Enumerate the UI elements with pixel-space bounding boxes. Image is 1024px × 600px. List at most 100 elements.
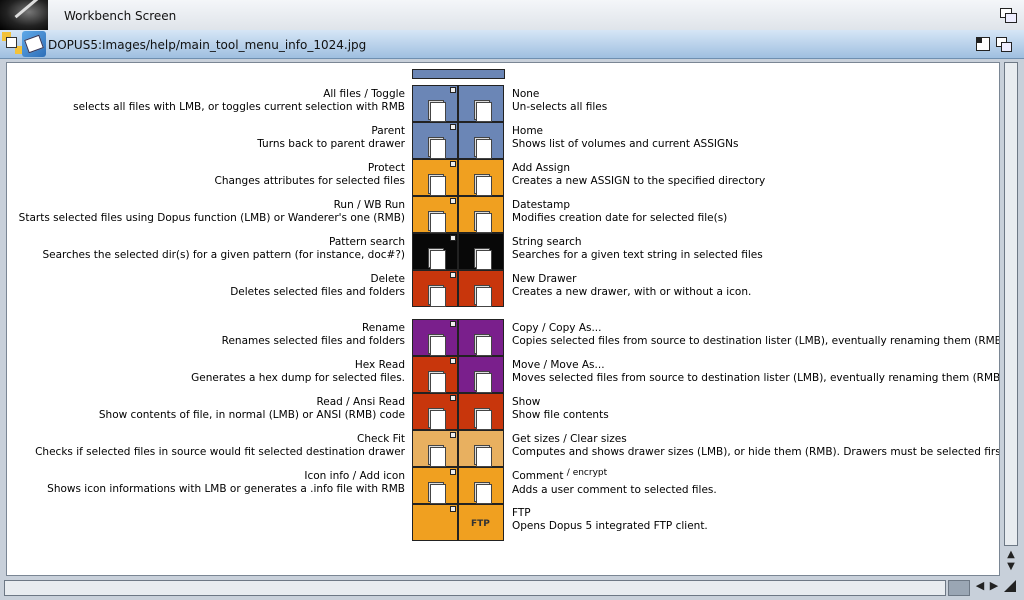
window-title: DOPUS5:Images/help/main_tool_menu_info_1… — [48, 38, 367, 52]
left-description-block: Check Fit Checks if selected files in sou… — [7, 433, 405, 458]
scroll-left-icon[interactable]: ◀ — [974, 580, 986, 592]
left-title: Read / Ansi Read — [316, 396, 405, 408]
toolbar-button-right[interactable] — [458, 430, 504, 467]
vertical-scroll-thumb[interactable] — [1004, 62, 1018, 546]
toolbar-button-left[interactable] — [412, 319, 458, 356]
help-row: Pattern search Searches the selected dir(… — [7, 233, 999, 270]
resize-icon[interactable] — [1004, 580, 1018, 594]
toolbar-button-left[interactable] — [412, 270, 458, 307]
delete-icon — [425, 279, 446, 307]
right-title: Copy / Copy As... — [512, 322, 997, 335]
popup-indicator-icon — [450, 124, 456, 130]
right-title: Show — [512, 396, 997, 409]
toolbar-button-left[interactable] — [412, 504, 458, 541]
right-title-text: Move / Move As... — [512, 359, 605, 371]
add-assign-icon — [471, 168, 492, 196]
left-description-block: Protect Changes attributes for selected f… — [7, 162, 405, 187]
right-description: Adds a user comment to selected files. — [512, 483, 717, 496]
toolbar-header-stripe — [412, 69, 505, 79]
toolbar-button-right[interactable] — [458, 196, 504, 233]
right-title-text: Get sizes / Clear sizes — [512, 433, 627, 445]
left-description: Show contents of file, in normal (LMB) o… — [98, 408, 405, 421]
left-description-block: Rename Renames selected files and folders — [7, 322, 405, 347]
right-description-block: Comment / encrypt Adds a user comment to … — [512, 468, 997, 496]
right-description: Modifies creation date for selected file… — [512, 211, 728, 224]
right-title: New Drawer — [512, 273, 997, 286]
right-title: Home — [512, 125, 997, 138]
image-viewer-window: DOPUS5:Images/help/main_tool_menu_info_1… — [0, 30, 1024, 600]
left-title: Pattern search — [329, 236, 405, 248]
window-depth-icon[interactable] — [996, 37, 1012, 52]
copy-icon — [471, 328, 492, 356]
help-row: Parent Turns back to parent drawer Home Sho… — [7, 122, 999, 159]
help-row: Read / Ansi Read Show contents of file, i… — [7, 393, 999, 430]
right-title-text: String search — [512, 236, 582, 248]
left-description: Generates a hex dump for selected files. — [191, 371, 405, 384]
right-title-text: Home — [512, 125, 544, 137]
home-icon — [471, 131, 492, 159]
right-description: Computes and shows drawer sizes (LMB), o… — [512, 445, 1000, 458]
run-icon — [425, 205, 446, 233]
horizontal-scrollbar[interactable] — [4, 578, 972, 596]
window-title-bar[interactable]: DOPUS5:Images/help/main_tool_menu_info_1… — [0, 30, 1024, 59]
read-icon — [425, 402, 446, 430]
popup-indicator-icon — [450, 272, 456, 278]
show-icon — [471, 402, 492, 430]
horizontal-scroll-thumb[interactable] — [948, 580, 970, 596]
toolbar-button-left[interactable] — [412, 233, 458, 270]
left-description-block: Run / WB Run Starts selected files using … — [7, 199, 405, 224]
right-title: String search — [512, 236, 997, 249]
popup-indicator-icon — [450, 358, 456, 364]
right-title: None — [512, 88, 997, 101]
popup-indicator-icon — [450, 395, 456, 401]
toolbar-button-right[interactable] — [458, 356, 504, 393]
check-fit-icon — [425, 439, 446, 467]
right-description-block: Get sizes / Clear sizes Computes and show… — [512, 433, 1000, 458]
popup-indicator-icon — [450, 469, 456, 475]
left-title: All files / Toggle — [323, 88, 405, 100]
workbench-logo-icon[interactable] — [0, 0, 48, 30]
toolbar-button-right[interactable] — [458, 159, 504, 196]
toolbar-button-left[interactable] — [412, 159, 458, 196]
right-description: Moves selected files from source to dest… — [512, 371, 1000, 384]
toolbar-button-right[interactable] — [458, 233, 504, 270]
left-title: Icon info / Add icon — [304, 470, 405, 482]
left-description: Turns back to parent drawer — [257, 137, 405, 150]
toolbar-button-right[interactable] — [458, 270, 504, 307]
toolbar-button-left[interactable] — [412, 356, 458, 393]
right-title-text: Datestamp — [512, 199, 571, 211]
toolbar-button-right[interactable] — [458, 393, 504, 430]
left-title: Protect — [367, 162, 405, 174]
right-title: Comment / encrypt — [512, 468, 997, 484]
toolbar-button-right[interactable] — [458, 319, 504, 356]
ftp-icon: FTP — [471, 519, 490, 529]
toolbar-button-left[interactable] — [412, 85, 458, 122]
horizontal-scroll-track[interactable] — [4, 580, 946, 596]
vertical-scrollbar[interactable]: ▲ ▼ — [1002, 62, 1020, 574]
scroll-right-icon[interactable]: ▶ — [988, 580, 1000, 592]
toolbar-button-left[interactable] — [412, 467, 458, 504]
toolbar-button-left[interactable] — [412, 122, 458, 159]
scroll-up-icon[interactable]: ▲ — [1006, 550, 1016, 560]
rename-icon — [425, 328, 446, 356]
toolbar-button-left[interactable] — [412, 430, 458, 467]
toolbar-button-right[interactable] — [458, 122, 504, 159]
image-content: All files / Toggle selects all files with… — [6, 62, 1000, 576]
none-icon — [471, 94, 492, 122]
toolbar-button-left[interactable] — [412, 393, 458, 430]
close-icon[interactable] — [2, 32, 24, 54]
toolbar-button-right[interactable] — [458, 467, 504, 504]
scroll-down-icon[interactable]: ▼ — [1006, 562, 1016, 572]
right-title: FTP — [512, 507, 997, 520]
help-row: Hex Read Generates a hex dump for selecte… — [7, 356, 999, 393]
screen-depth-icon[interactable] — [1000, 8, 1017, 23]
zoom-icon[interactable] — [976, 37, 990, 51]
toolbar-button-left[interactable] — [412, 196, 458, 233]
toolbar-button-right[interactable] — [458, 85, 504, 122]
screen-title: Workbench Screen — [64, 9, 177, 23]
left-description: selects all files with LMB, or toggles c… — [73, 100, 405, 113]
right-description: Un-selects all files — [512, 100, 608, 113]
toolbar-button-right[interactable]: FTP — [458, 504, 504, 541]
right-description-block: Add Assign Creates a new ASSIGN to the sp… — [512, 162, 997, 187]
right-description-block: Home Shows list of volumes and current AS… — [512, 125, 997, 150]
